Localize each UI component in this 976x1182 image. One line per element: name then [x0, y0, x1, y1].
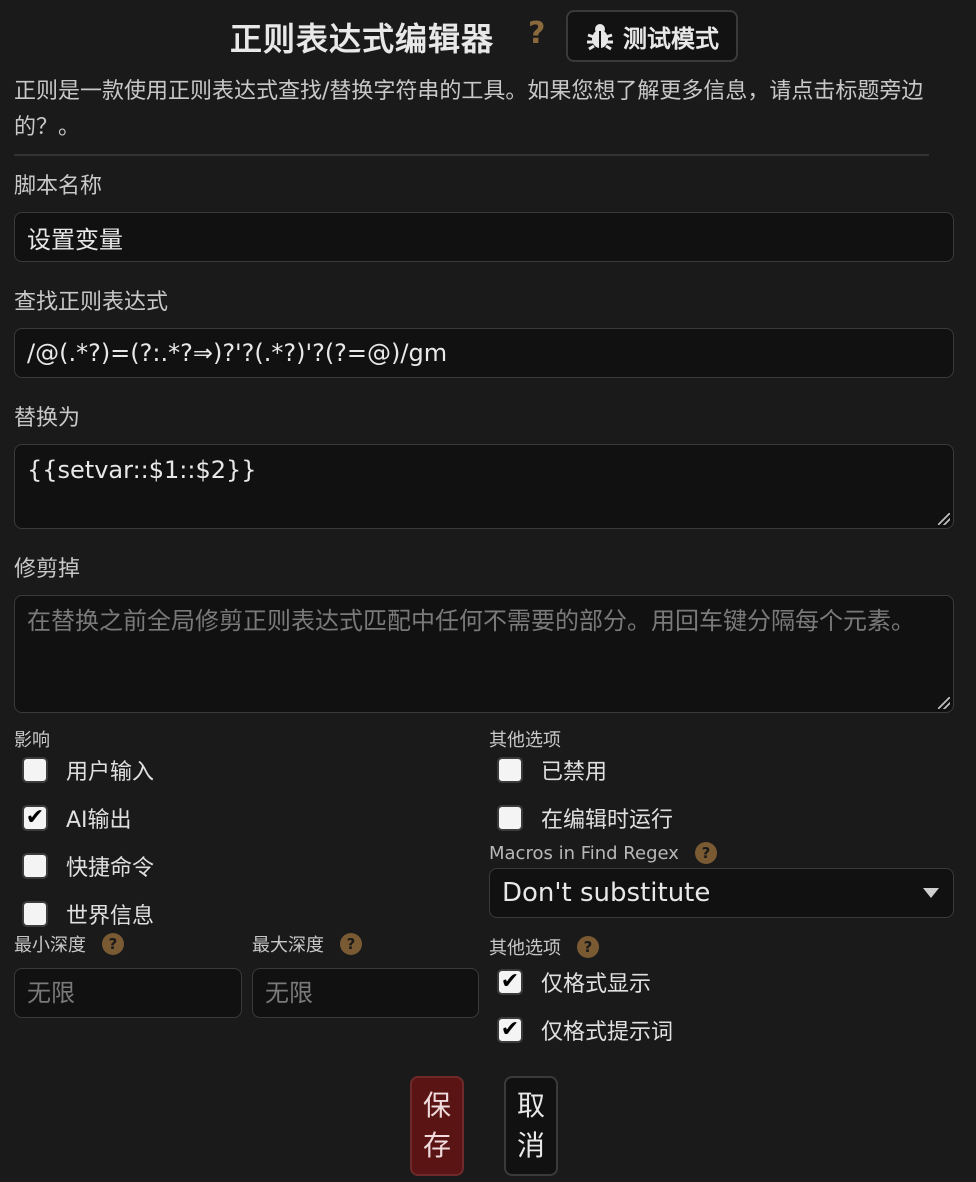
cancel-button[interactable]: 取 消 [504, 1076, 558, 1176]
checkbox-label: 快捷命令 [66, 856, 155, 881]
save-button[interactable]: 保 存 [410, 1076, 464, 1176]
min-depth-label: 最小深度 [14, 935, 86, 956]
cancel-char-1: 取 [516, 1089, 545, 1122]
help-icon[interactable]: ? [577, 936, 599, 958]
checkbox[interactable] [22, 901, 48, 927]
checkbox-world-info[interactable]: 世界信息 [22, 898, 154, 930]
divider [14, 154, 929, 156]
checkbox-label: 在编辑时运行 [541, 808, 674, 833]
checkbox[interactable] [22, 853, 48, 879]
max-depth-input[interactable] [252, 968, 479, 1018]
checkbox-user-input[interactable]: 用户输入 [22, 754, 154, 786]
page-title: 正则表达式编辑器 [230, 20, 495, 58]
checkbox-label: AI输出 [66, 808, 132, 833]
checkbox-label: 已禁用 [541, 760, 608, 785]
description-text: 正则是一款使用正则表达式查找/替换字符串的工具。如果您想了解更多信息，请点击标题… [14, 79, 924, 140]
other-options-2-label: 其他选项 [489, 938, 561, 959]
checkbox-label: 仅格式显示 [541, 972, 652, 997]
checkbox-label: 世界信息 [66, 904, 155, 929]
checkbox[interactable]: ✔ [497, 969, 523, 995]
save-char-2: 存 [422, 1129, 451, 1162]
bug-icon [587, 24, 613, 51]
find-regex-label: 查找正则表达式 [14, 290, 169, 315]
trim-out-label: 修剪掉 [14, 557, 81, 582]
checkbox-slash-commands[interactable]: 快捷命令 [22, 850, 154, 882]
checkbox-label: 用户输入 [66, 760, 155, 785]
checkbox[interactable] [497, 805, 523, 831]
save-char-1: 保 [422, 1089, 451, 1122]
macros-selected-value: Don't substitute [502, 878, 711, 908]
help-icon[interactable]: ? [102, 933, 124, 955]
help-icon[interactable]: ? [694, 842, 717, 864]
cancel-char-2: 消 [516, 1129, 545, 1162]
checkbox[interactable]: ✔ [22, 805, 48, 831]
script-name-input[interactable] [14, 212, 954, 262]
resize-handle[interactable] [938, 697, 950, 709]
test-mode-button[interactable]: 测试模式 [566, 10, 738, 62]
test-mode-label: 测试模式 [623, 24, 719, 53]
checkbox-run-on-edit[interactable]: 在编辑时运行 [497, 802, 673, 834]
min-depth-input[interactable] [14, 968, 242, 1018]
chevron-down-icon [923, 888, 939, 898]
replace-with-label: 替换为 [14, 406, 81, 431]
macros-select[interactable]: Don't substitute [489, 868, 954, 918]
checkbox[interactable] [22, 757, 48, 783]
replace-with-textarea[interactable]: {{setvar::$1::$2}} [14, 444, 954, 529]
macros-label: Macros in Find Regex [489, 842, 679, 864]
checkbox-disabled[interactable]: 已禁用 [497, 754, 673, 786]
checkbox-prompt-only[interactable]: ✔ 仅格式提示词 [497, 1014, 673, 1046]
max-depth-label: 最大深度 [252, 935, 324, 956]
checkbox[interactable] [497, 757, 523, 783]
other-options-label: 其他选项 [489, 730, 561, 751]
affects-label: 影响 [14, 730, 50, 751]
checkbox[interactable]: ✔ [497, 1017, 523, 1043]
resize-handle[interactable] [938, 513, 950, 525]
help-icon[interactable]: ? [340, 933, 362, 955]
checkbox-label: 仅格式提示词 [541, 1020, 674, 1045]
trim-out-textarea[interactable] [14, 595, 954, 713]
checkbox-ai-output[interactable]: ✔ AI输出 [22, 802, 154, 834]
help-icon[interactable]: ? [528, 16, 545, 51]
checkbox-markdown-only[interactable]: ✔ 仅格式显示 [497, 966, 673, 998]
script-name-label: 脚本名称 [14, 174, 103, 199]
find-regex-input[interactable] [14, 328, 954, 378]
